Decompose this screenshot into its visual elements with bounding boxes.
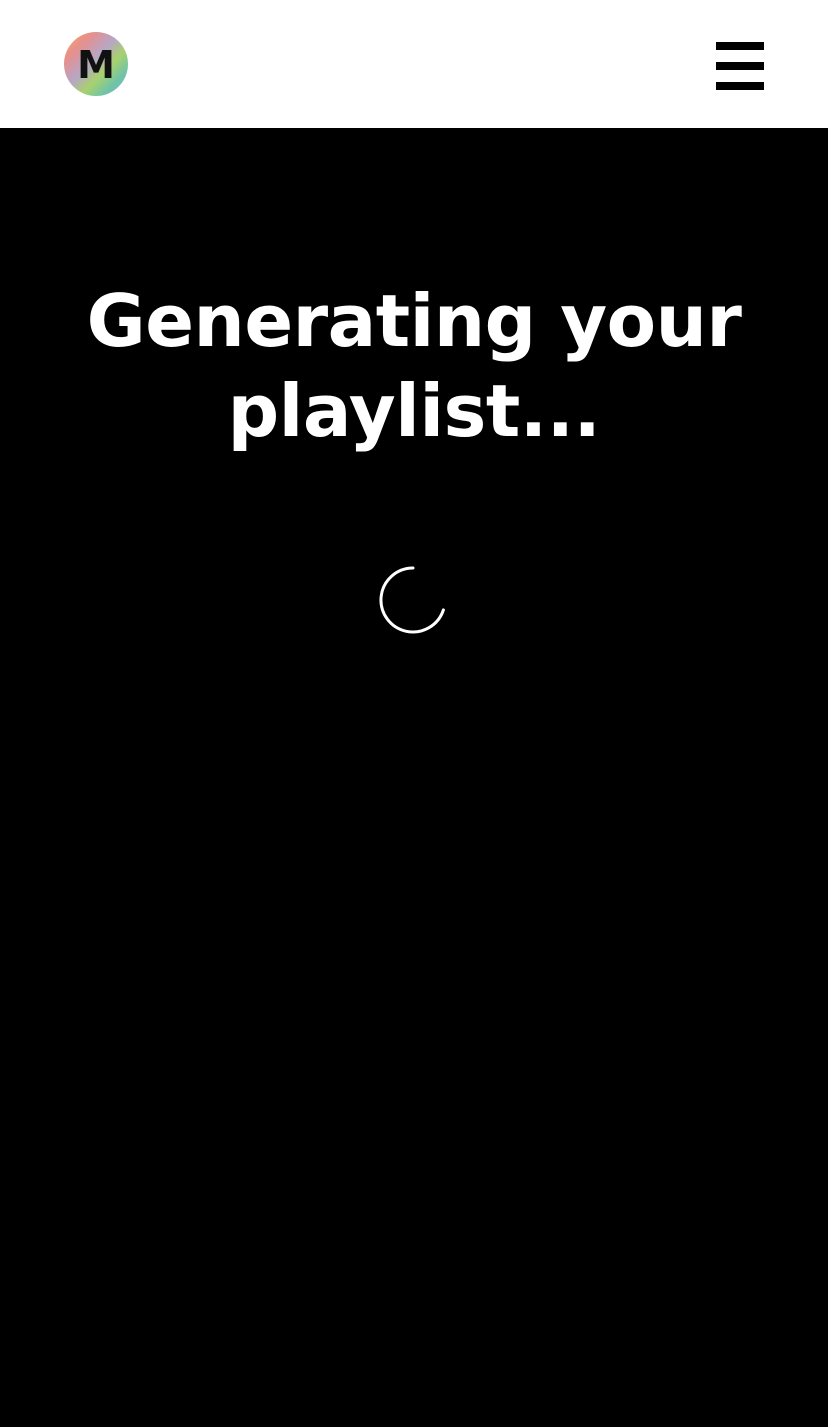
- hamburger-menu-icon[interactable]: [716, 42, 764, 90]
- app-logo-icon[interactable]: M: [64, 32, 128, 96]
- logo-letter: M: [77, 43, 115, 87]
- loading-spinner-icon: [379, 566, 445, 634]
- menu-bar-top: [716, 42, 764, 50]
- top-header: M: [0, 0, 828, 128]
- menu-bar-middle: [716, 62, 764, 70]
- menu-bar-bottom: [716, 82, 764, 90]
- page-title: Generating your playlist...: [86, 279, 742, 453]
- main-content: Generating your playlist...: [0, 128, 828, 1427]
